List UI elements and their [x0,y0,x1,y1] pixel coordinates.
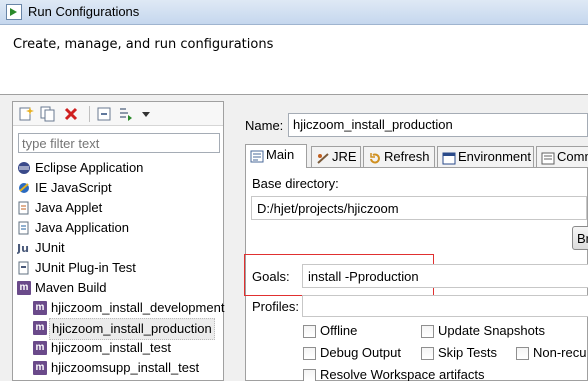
checkbox-box [303,325,316,338]
name-field[interactable]: hjiczoom_install_production [288,113,588,137]
tab-label: Main [266,147,295,162]
toolbar-separator [89,106,90,122]
browse-workspace-button[interactable]: Br [572,226,588,250]
tab-jre[interactable]: JRE [311,146,361,168]
main-tab-content: Base directory: D:/hjet/projects/hjiczoo… [244,167,588,381]
tree-item-label: Java Application [35,220,129,235]
profiles-field[interactable] [302,295,588,317]
filter-menu-chevron-icon[interactable] [138,106,154,122]
jre-icon [316,151,330,164]
java-applet-icon [17,201,31,215]
tree-item-label: IE JavaScript [35,180,112,195]
delete-icon[interactable] [63,106,79,122]
tree-item-label: JUnit [35,240,65,255]
tree-item-label: Java Applet [35,200,103,215]
junit-icon: Ju [16,241,31,255]
tab-strip: Main JRE Refresh Environment Comm [245,144,588,168]
tree-item-label: hjiczoomsupp_install_test [51,360,200,375]
tab-label: Comm [557,149,588,164]
checkbox-label: Resolve Workspace artifacts [320,367,485,381]
maven-icon: m [33,301,47,315]
main-tab-icon [250,149,264,163]
goals-field[interactable]: install -Pproduction [302,264,588,288]
base-directory-label: Base directory: [252,176,339,191]
checkbox-label: Non-recu [533,345,587,360]
checkbox-label: Skip Tests [438,345,498,360]
checkbox-label: Offline [320,323,358,338]
configuration-tree-panel: Eclipse Application IE JavaScript Java A… [12,101,224,381]
tab-refresh[interactable]: Refresh [363,146,435,168]
tree-item-label: Maven Build [35,280,107,295]
name-label: Name: [245,118,284,133]
tree-item-label: hjiczoom_install_development [51,300,225,315]
common-icon [541,151,555,165]
ie-javascript-icon [17,181,31,195]
tree-item-label: JUnit Plug-in Test [35,260,136,275]
refresh-icon [368,151,382,164]
environment-icon [442,151,456,165]
goals-label: Goals: [252,269,290,284]
window-title: Run Configurations [28,4,140,19]
dialog-header: Create, manage, and run configurations [0,25,588,95]
tree-item-label: hjiczoom_install_test [51,340,171,355]
window-title-bar[interactable]: Run Configurations [0,0,588,25]
tab-label: Refresh [384,149,430,164]
tab-common[interactable]: Comm [536,146,588,168]
svg-text:Ju: Ju [17,242,29,255]
tab-environment[interactable]: Environment [437,146,534,168]
tab-main[interactable]: Main [245,144,307,168]
run-configurations-icon [6,4,22,20]
profiles-label: Profiles: [252,299,299,314]
tab-label: JRE [332,149,357,164]
tree-item-label: hjiczoom_install_production [49,318,215,340]
checkbox-label: Debug Output [320,345,401,360]
maven-icon: m [33,321,47,335]
checkbox-box [516,347,529,360]
maven-icon: m [17,281,31,295]
checkbox-box [421,347,434,360]
collapse-all-icon[interactable] [96,106,112,122]
checkbox-box [303,369,316,381]
tab-label: Environment [458,149,531,164]
checkbox-box [421,325,434,338]
filter-icon[interactable] [118,106,134,122]
base-directory-field[interactable]: D:/hjet/projects/hjiczoom [251,196,587,220]
eclipse-icon [17,161,31,175]
pane-splitter[interactable] [229,101,235,381]
java-application-icon [17,221,31,235]
maven-icon: m [33,341,47,355]
header-text: Create, manage, and run configurations [13,37,274,52]
duplicate-icon[interactable] [40,106,56,122]
checkbox-label: Update Snapshots [438,323,545,338]
filter-input[interactable] [18,133,220,153]
tree-item-label: Eclipse Application [35,160,144,175]
maven-icon: m [33,361,47,375]
tree-toolbar [13,102,223,126]
new-configuration-icon[interactable] [18,106,34,122]
checkbox-box [303,347,316,360]
junit-plugin-icon [17,261,31,275]
